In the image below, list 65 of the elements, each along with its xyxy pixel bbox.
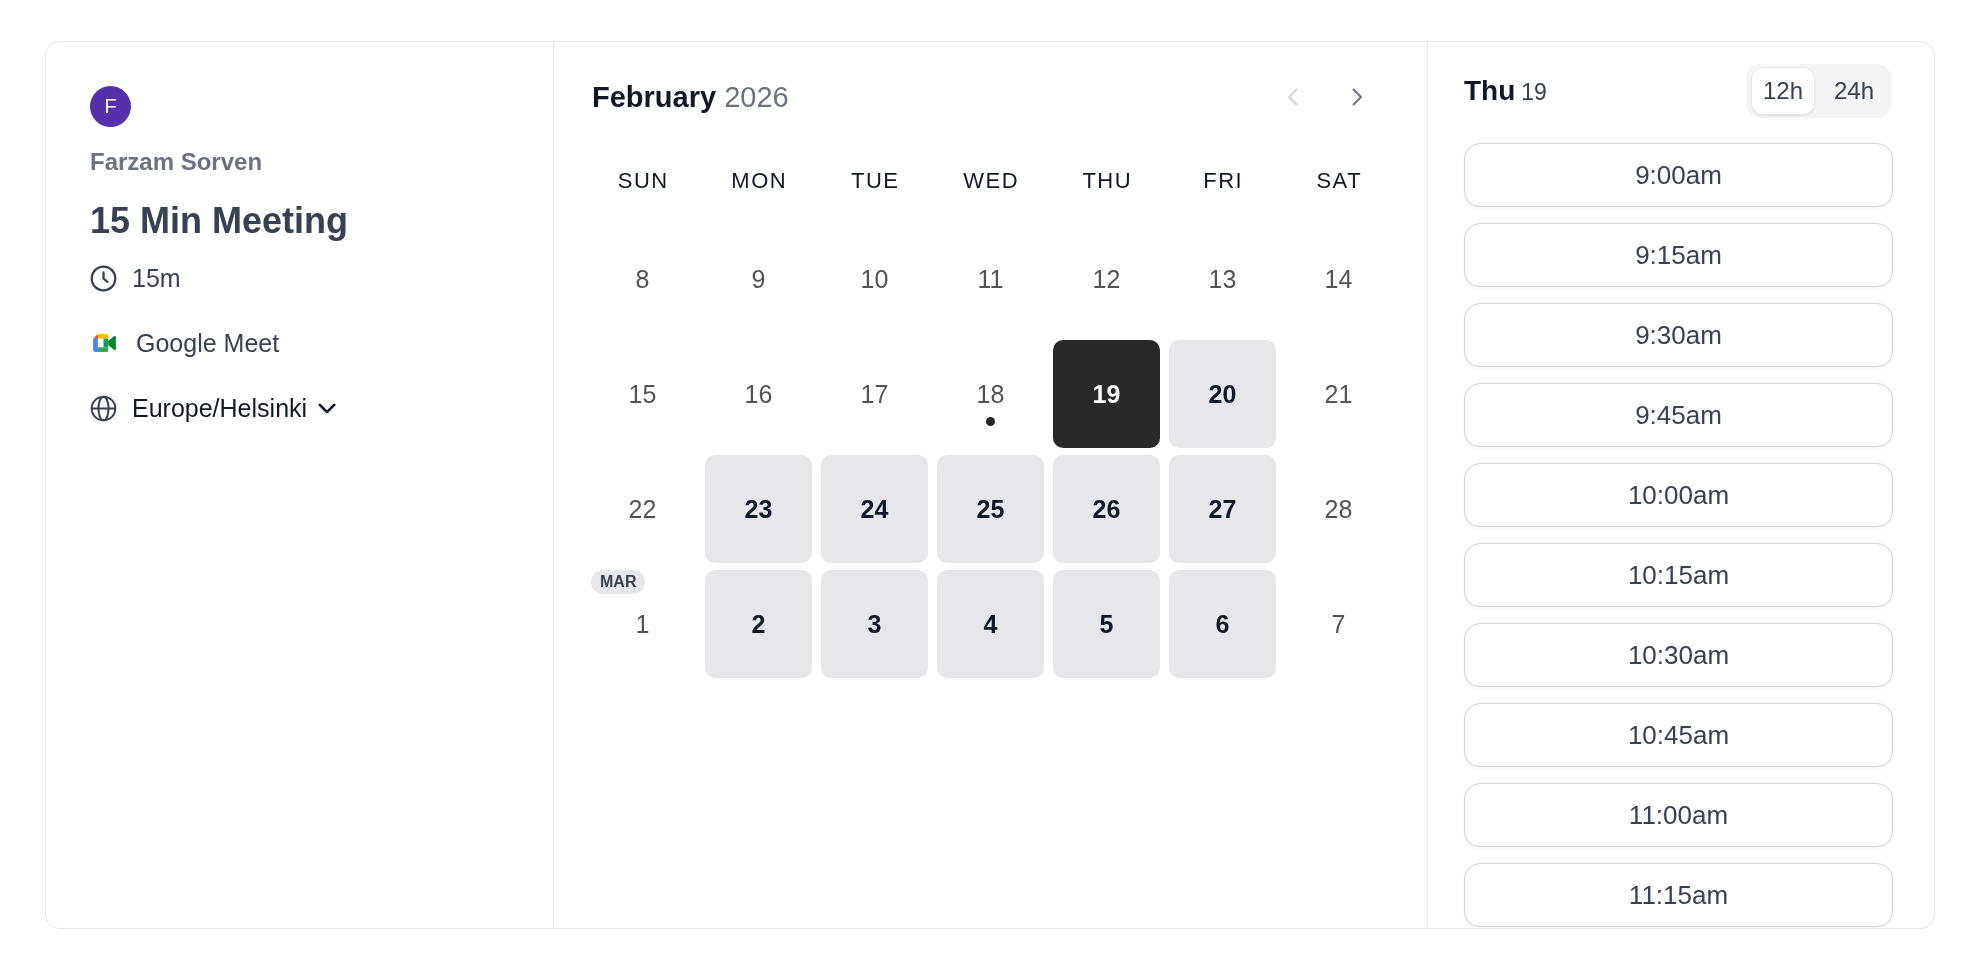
day-button[interactable]: 26 bbox=[1053, 455, 1160, 563]
calendar-day: 9 bbox=[705, 225, 812, 333]
day-button[interactable]: 19 bbox=[1053, 340, 1160, 448]
day-button[interactable]: 23 bbox=[705, 455, 812, 563]
calendar-day: 13 bbox=[1169, 225, 1276, 333]
chevron-right-icon bbox=[1351, 88, 1363, 106]
calendar-day: 7 bbox=[1285, 570, 1392, 678]
calendar-day: 18 bbox=[937, 340, 1044, 448]
host-name: Farzam Sorven bbox=[90, 147, 263, 177]
calendar-day: 21 bbox=[1285, 340, 1392, 448]
calendar-day: 12 bbox=[1053, 225, 1160, 333]
calendar-day: 1 bbox=[589, 594, 696, 678]
weekday-label: SUN bbox=[616, 169, 670, 193]
time-slot-button[interactable]: 10:15am bbox=[1464, 543, 1893, 607]
time-slot-button[interactable]: 9:15am bbox=[1464, 223, 1893, 287]
time-slot-button[interactable]: 9:45am bbox=[1464, 383, 1893, 447]
calendar-day: 22 bbox=[589, 455, 696, 563]
video-camera-icon bbox=[93, 334, 116, 352]
today-dot-icon bbox=[986, 417, 995, 426]
weekday-label: MON bbox=[730, 169, 789, 193]
time-format-option[interactable]: 12h bbox=[1751, 67, 1815, 115]
weekday-label: FRI bbox=[1202, 169, 1245, 193]
time-slot-button[interactable]: 11:00am bbox=[1464, 783, 1893, 847]
calendar-day: 28 bbox=[1285, 455, 1392, 563]
month-label: February bbox=[592, 80, 717, 113]
time-format-option[interactable]: 24h bbox=[1822, 67, 1886, 115]
day-button[interactable]: 6 bbox=[1169, 570, 1276, 678]
calendar-day: 8 bbox=[589, 225, 696, 333]
calendar-day: 15 bbox=[589, 340, 696, 448]
chevron-down-icon bbox=[318, 402, 337, 414]
day-button[interactable]: 24 bbox=[821, 455, 928, 563]
selected-weekday: Thu bbox=[1464, 75, 1516, 107]
avatar: F bbox=[90, 86, 131, 127]
time-slot-button[interactable]: 10:45am bbox=[1464, 703, 1893, 767]
day-button[interactable]: 2 bbox=[705, 570, 812, 678]
day-button[interactable]: 4 bbox=[937, 570, 1044, 678]
time-slot-button[interactable]: 9:30am bbox=[1464, 303, 1893, 367]
time-slot-button[interactable]: 11:15am bbox=[1464, 863, 1893, 927]
event-title: 15 Min Meeting bbox=[90, 199, 349, 243]
time-slot-button[interactable]: 10:30am bbox=[1464, 623, 1893, 687]
year-label: 2026 bbox=[724, 80, 789, 113]
globe-icon bbox=[90, 394, 117, 422]
day-button[interactable]: 25 bbox=[937, 455, 1044, 563]
location-text: Google Meet bbox=[136, 328, 280, 358]
calendar-day: 14 bbox=[1285, 225, 1392, 333]
time-slot-button[interactable]: 9:00am bbox=[1464, 143, 1893, 207]
weekday-label: SAT bbox=[1315, 169, 1364, 193]
weekday-label: THU bbox=[1081, 169, 1134, 193]
selected-day-number: 19 bbox=[1521, 79, 1547, 106]
day-button[interactable]: 20 bbox=[1169, 340, 1276, 448]
calendar-day: 11 bbox=[937, 225, 1044, 333]
day-button[interactable]: 5 bbox=[1053, 570, 1160, 678]
clock-icon bbox=[90, 264, 117, 292]
calendar-day: 17 bbox=[821, 340, 928, 448]
calendar-day: 16 bbox=[705, 340, 812, 448]
weekday-label: WED bbox=[962, 169, 1021, 193]
month-badge: MAR bbox=[591, 570, 646, 594]
calendar-day: 10 bbox=[821, 225, 928, 333]
timezone-select[interactable]: Europe/Helsinki bbox=[132, 393, 337, 423]
day-button[interactable]: 27 bbox=[1169, 455, 1276, 563]
chevron-left-icon bbox=[1286, 88, 1298, 106]
duration-text: 15m bbox=[132, 263, 181, 293]
weekday-label: TUE bbox=[850, 169, 901, 193]
day-button[interactable]: 3 bbox=[821, 570, 928, 678]
time-slot-button[interactable]: 10:00am bbox=[1464, 463, 1893, 527]
